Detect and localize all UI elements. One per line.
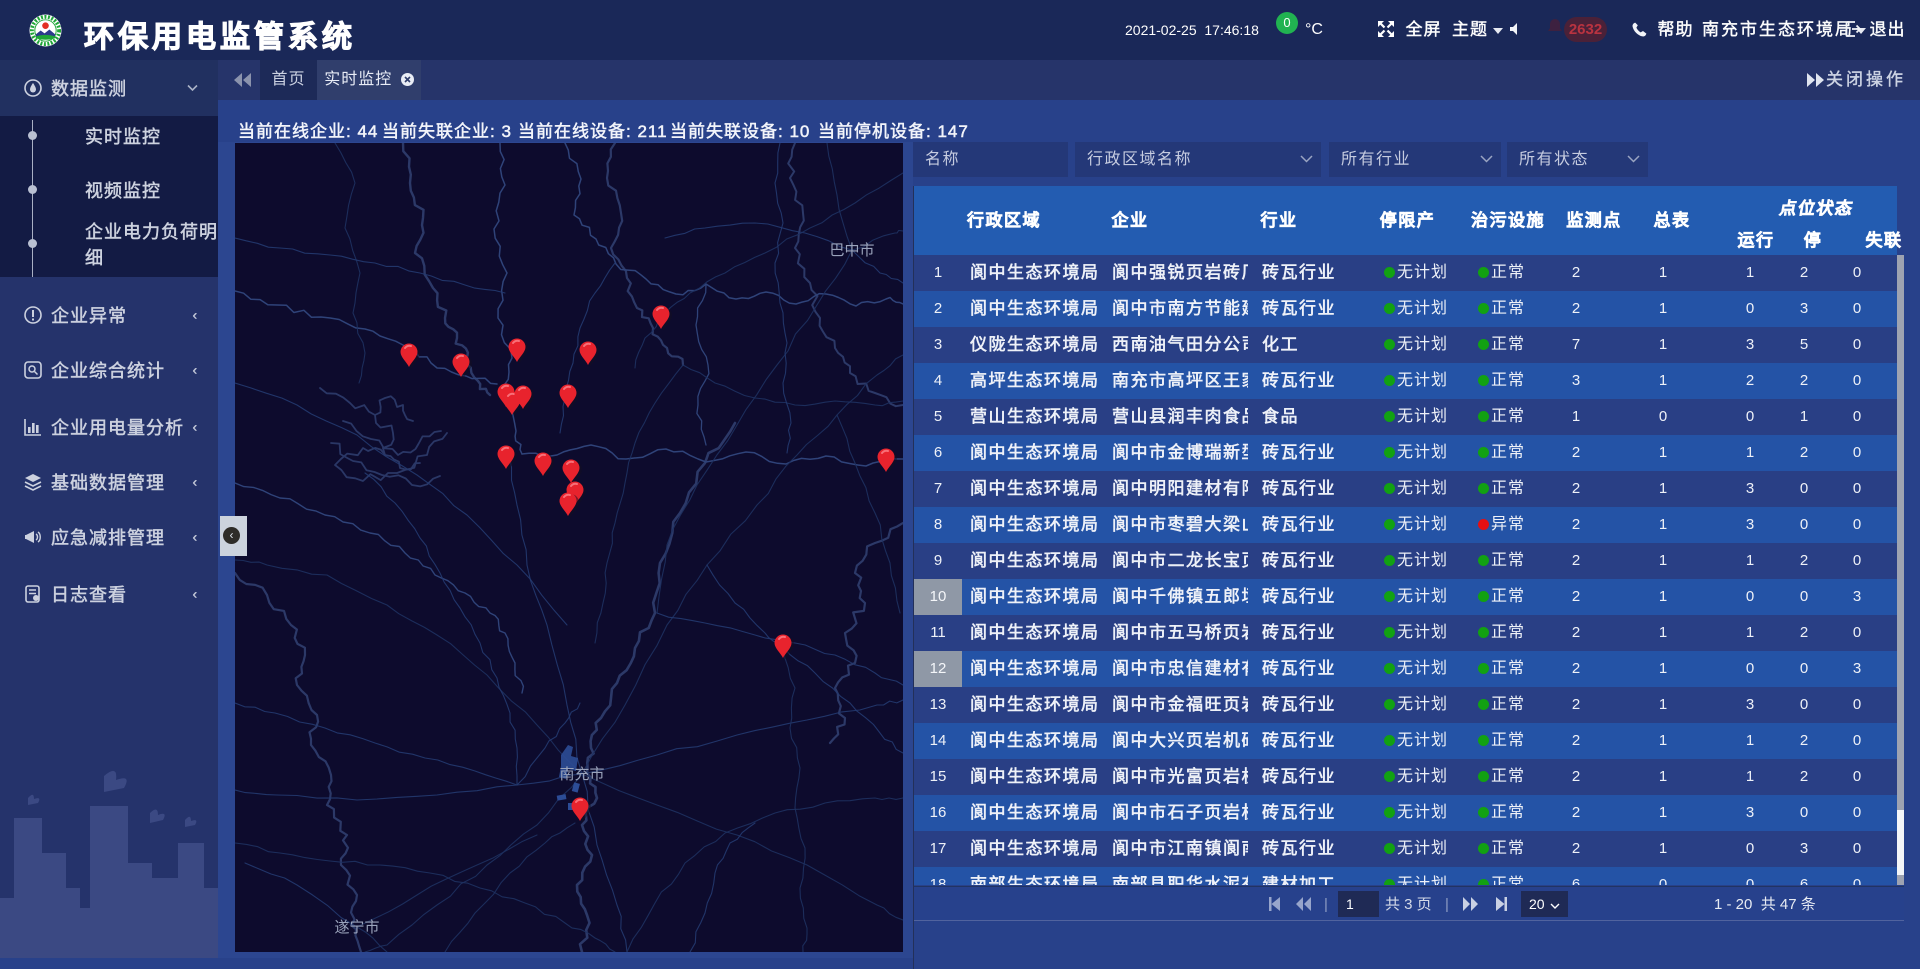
svg-text:遂宁市: 遂宁市 <box>334 919 379 936</box>
svg-text:南充市: 南充市 <box>559 766 604 783</box>
svg-text:巴中市: 巴中市 <box>829 242 874 259</box>
